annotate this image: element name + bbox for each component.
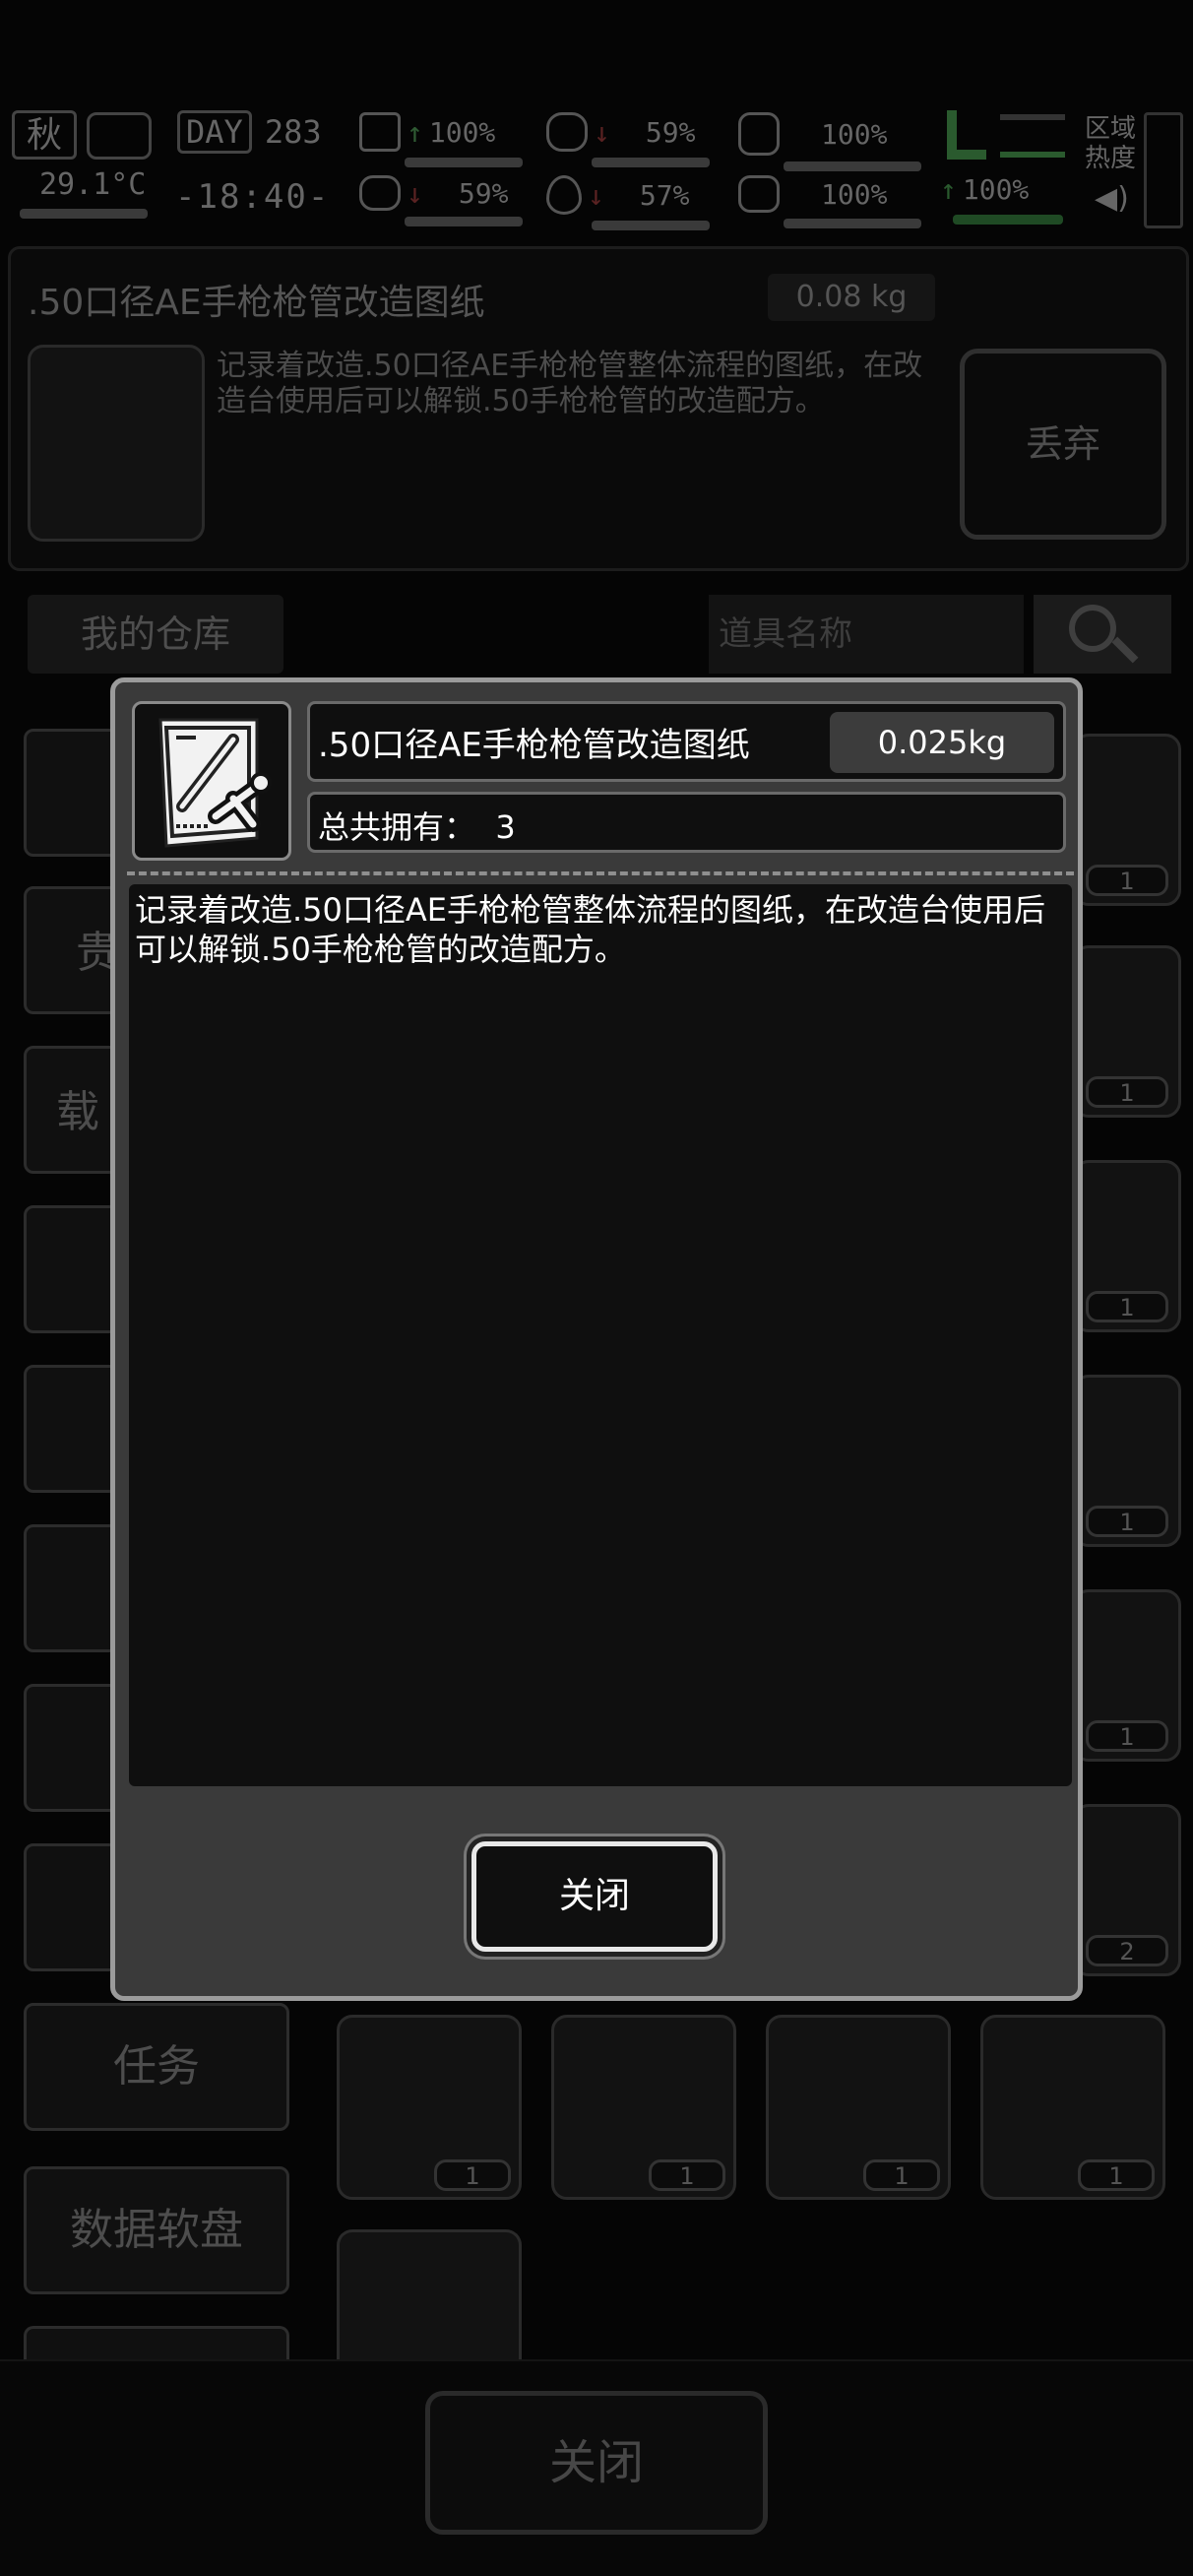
side-tab-label: 数据软盘 — [70, 2205, 243, 2255]
speaker-icon[interactable]: ◀) — [1095, 181, 1129, 216]
bg-item-weight: 0.08 kg — [768, 274, 935, 321]
stat-value: 59% — [458, 176, 509, 210]
bg-warehouse-tab[interactable]: 我的仓库 — [28, 595, 283, 674]
grid-item[interactable]: 1 — [1073, 1589, 1181, 1762]
stat-water: ↓ 57% — [546, 175, 723, 230]
blueprint-icon — [158, 718, 272, 848]
stat-value: 100% — [428, 115, 496, 149]
stat-stomach: ↓ 59% — [546, 112, 723, 167]
medkit-icon — [359, 112, 401, 152]
zone-heat-label: 区域 热度 — [1085, 114, 1137, 173]
stat-heart: 100% — [738, 175, 925, 228]
grid-item[interactable]: 1 — [980, 2015, 1165, 2200]
side-tab-label: 任务 — [113, 2041, 200, 2092]
grid-item[interactable] — [337, 2229, 522, 2367]
grid-item[interactable]: 1 — [766, 2015, 951, 2200]
stat-value: 59% — [645, 115, 696, 149]
item-count-badge: 1 — [1086, 865, 1168, 896]
stamina-level-bars — [1000, 114, 1065, 158]
grid-item[interactable]: 1 — [337, 2015, 522, 2200]
grid-item[interactable]: 2 — [1073, 1804, 1181, 1976]
stamina-bar — [953, 215, 1063, 225]
day-value: 283 — [264, 113, 322, 151]
dialog-divider — [127, 871, 1074, 875]
item-count-badge: 1 — [1078, 2159, 1155, 2191]
bg-item-description: 记录着改造.50口径AE手枪枪管整体流程的图纸，在改造台使用后可以解锁.50手枪… — [217, 349, 923, 419]
item-weight: 0.025kg — [877, 724, 1007, 761]
item-count-badge: 2 — [1086, 1935, 1168, 1966]
stat-medkit: ↑ 100% — [359, 112, 536, 167]
item-weight-chip: 0.025kg — [830, 712, 1054, 773]
bg-item-title: .50口径AE手枪枪管改造图纸 — [28, 283, 485, 323]
search-placeholder: 道具名称 — [719, 614, 852, 654]
item-description: 记录着改造.50口径AE手枪枪管整体流程的图纸，在改造台使用后可以解锁.50手枪… — [135, 891, 1046, 968]
item-count-badge: 1 — [863, 2159, 940, 2191]
heart-icon — [738, 175, 780, 213]
stat-value: 100% — [821, 177, 888, 211]
grid-item[interactable]: 1 — [1073, 945, 1181, 1118]
item-icon-frame — [132, 701, 291, 861]
side-tab-tasks[interactable]: 任务 — [24, 2003, 289, 2131]
season-label: 秋 — [26, 115, 62, 156]
stat-armor: 100% — [738, 112, 925, 171]
description-panel: 记录着改造.50口径AE手枪枪管整体流程的图纸，在改造台使用后可以解锁.50手枪… — [129, 884, 1072, 1786]
item-title: .50口径AE手枪枪管改造图纸 — [318, 726, 750, 765]
zone-heat-meter — [1144, 112, 1183, 228]
bg-close-button[interactable]: 关闭 — [425, 2391, 768, 2535]
item-info-dialog: .50口径AE手枪枪管改造图纸 0.025kg 总共拥有： 3 记录着改造.50… — [110, 677, 1083, 2001]
time-readout: -18:40- — [175, 177, 331, 217]
day-counter: DAY 283 — [177, 110, 374, 160]
status-bar: 秋 29.1°C DAY 283 -18:40- ↑ 100% ↓ 59% 100%… — [0, 98, 1193, 236]
item-count-badge: 1 — [1086, 1076, 1168, 1108]
owned-count: 总共拥有： 3 — [318, 808, 516, 846]
dialog-close-button[interactable]: 关闭 — [471, 1841, 718, 1952]
stamina-icon — [947, 110, 986, 160]
item-count-badge: 1 — [649, 2159, 725, 2191]
temperature-readout: 29.1°C — [39, 167, 147, 202]
season-badge: 秋 — [12, 110, 77, 160]
stomach-icon — [546, 112, 588, 152]
bg-discard-button[interactable]: 丢弃 — [960, 349, 1166, 540]
stamina-readout: ↑ 100% — [940, 173, 1030, 206]
close-button-label: 关闭 — [558, 1876, 630, 1916]
owned-count-field: 总共拥有： 3 — [307, 792, 1066, 853]
grid-item[interactable]: 1 — [551, 2015, 736, 2200]
item-count-badge: 1 — [1086, 1506, 1168, 1537]
discard-label: 丢弃 — [1025, 422, 1100, 466]
item-title-field: .50口径AE手枪枪管改造图纸 0.025kg — [307, 701, 1066, 782]
day-label: DAY — [177, 110, 252, 154]
bg-search-input[interactable]: 道具名称 — [709, 595, 1024, 674]
bg-close-label: 关闭 — [548, 2435, 644, 2490]
warehouse-label: 我的仓库 — [80, 612, 230, 656]
search-icon[interactable] — [1034, 595, 1171, 674]
stat-value: 57% — [639, 178, 690, 212]
armor-icon — [738, 112, 780, 156]
item-count-badge: 1 — [1086, 1291, 1168, 1322]
grid-item[interactable]: 1 — [1073, 1375, 1181, 1547]
stamina-value: 100% — [962, 173, 1030, 206]
stat-brain: ↓ 59% — [359, 175, 536, 226]
stat-value: 100% — [821, 117, 888, 151]
brain-icon — [359, 175, 401, 211]
item-count-badge: 1 — [434, 2159, 511, 2191]
water-drop-icon — [546, 175, 582, 215]
temperature-bar — [20, 209, 148, 219]
grid-item[interactable]: 1 — [1073, 1160, 1181, 1332]
cloud-icon — [87, 112, 152, 160]
side-tab-data-disk[interactable]: 数据软盘 — [24, 2166, 289, 2294]
bg-item-icon — [28, 345, 205, 542]
side-tab-label: 载 — [56, 1087, 99, 1137]
grid-item[interactable]: 1 — [1073, 734, 1181, 906]
item-count-badge: 1 — [1086, 1720, 1168, 1752]
